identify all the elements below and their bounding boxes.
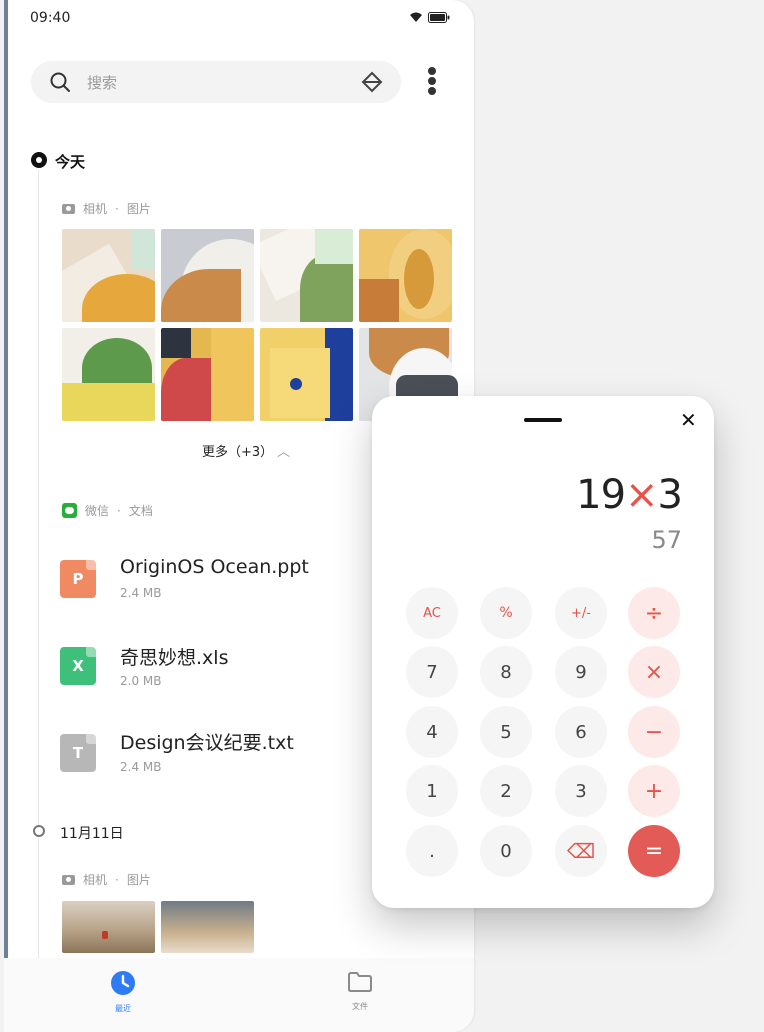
chevron-up-icon: ︿	[277, 445, 291, 460]
digit-0-button[interactable]: 0	[480, 825, 532, 877]
digit-3-button[interactable]: 3	[555, 765, 607, 817]
digit-2-button[interactable]: 2	[480, 765, 532, 817]
clock-icon	[111, 971, 135, 995]
digit-9-button[interactable]: 9	[555, 646, 607, 698]
digit-1-button[interactable]: 1	[406, 765, 458, 817]
scan-icon[interactable]	[361, 71, 383, 93]
search-placeholder: 搜索	[87, 74, 118, 92]
photo-thumbnail[interactable]	[161, 328, 254, 421]
source-app: 相机	[83, 873, 108, 887]
photo-thumbnail[interactable]	[62, 229, 155, 322]
equals-button[interactable]: =	[628, 825, 680, 877]
folder-icon	[348, 972, 372, 992]
digit-8-button[interactable]: 8	[480, 646, 532, 698]
photo-thumbnail[interactable]	[161, 229, 254, 322]
calculator-expression: 19×3	[576, 472, 683, 518]
source-type: 文档	[128, 504, 153, 518]
divide-button[interactable]: ÷	[628, 587, 680, 639]
tab-files[interactable]: 文件	[330, 970, 390, 1012]
source-type: 图片	[126, 873, 151, 887]
photo-thumbnail[interactable]	[62, 901, 155, 953]
digit-7-button[interactable]: 7	[406, 646, 458, 698]
digit-6-button[interactable]: 6	[555, 706, 607, 758]
battery-icon	[428, 12, 450, 23]
digit-4-button[interactable]: 4	[406, 706, 458, 758]
backspace-icon[interactable]: ⌫	[555, 825, 607, 877]
bottom-tab-bar: 最近 文件	[4, 958, 474, 1032]
operand-left: 19	[576, 472, 626, 518]
photos-source-label: 相机 · 图片	[62, 200, 151, 217]
calculator-result: 57	[651, 526, 682, 554]
file-name: OriginOS Ocean.ppt	[120, 556, 309, 578]
timeline-dot-nov11	[33, 825, 45, 837]
photo-thumbnail[interactable]	[260, 229, 353, 322]
camera-icon	[62, 874, 75, 885]
file-size: 2.4 MB	[120, 586, 162, 600]
digit-5-button[interactable]: 5	[480, 706, 532, 758]
xls-file-icon: X	[60, 647, 96, 685]
section-title-nov11: 11月11日	[60, 826, 124, 842]
photo-thumbnail[interactable]	[359, 229, 452, 322]
clear-button[interactable]: AC	[406, 587, 458, 639]
camera-icon	[62, 203, 75, 214]
window-edge	[4, 0, 8, 1032]
search-icon	[50, 72, 70, 92]
wechat-icon	[62, 503, 77, 518]
tab-label: 文件	[352, 1002, 368, 1011]
more-options-icon[interactable]	[425, 66, 439, 96]
operator: ×	[625, 472, 659, 518]
show-more-label: 更多（+3）	[202, 445, 274, 460]
status-icons	[409, 12, 450, 23]
docs-source-label: 微信 · 文档	[62, 502, 153, 519]
separator: ·	[117, 503, 121, 518]
operand-right: 3	[657, 472, 683, 518]
section-title-today: 今天	[55, 153, 86, 171]
file-name: 奇思妙想.xls	[120, 647, 229, 669]
source-app: 相机	[83, 202, 108, 216]
tab-recent[interactable]: 最近	[93, 970, 153, 1014]
wifi-icon	[410, 12, 422, 22]
tab-label: 最近	[115, 1004, 131, 1013]
sign-toggle-button[interactable]: +/-	[555, 587, 607, 639]
show-more-button[interactable]: 更多（+3） ︿	[202, 441, 290, 460]
file-size: 2.4 MB	[120, 760, 162, 774]
drag-handle[interactable]	[524, 418, 562, 422]
percent-button[interactable]: %	[480, 587, 532, 639]
ppt-file-icon: P	[60, 560, 96, 598]
timeline-line	[38, 170, 39, 960]
photos-source-label: 相机 · 图片	[62, 871, 151, 888]
multiply-button[interactable]: ×	[628, 646, 680, 698]
plus-button[interactable]: +	[628, 765, 680, 817]
file-size: 2.0 MB	[120, 674, 162, 688]
close-icon[interactable]: ✕	[680, 410, 697, 430]
source-app: 微信	[85, 504, 110, 518]
txt-file-icon: T	[60, 734, 96, 772]
source-type: 图片	[126, 202, 151, 216]
timeline-dot-today	[31, 152, 47, 168]
status-time: 09:40	[30, 10, 71, 26]
minus-button[interactable]: −	[628, 706, 680, 758]
decimal-button[interactable]: .	[406, 825, 458, 877]
file-name: Design会议纪要.txt	[120, 732, 294, 754]
photo-thumbnail[interactable]	[260, 328, 353, 421]
separator: ·	[115, 201, 119, 216]
photo-thumbnail[interactable]	[62, 328, 155, 421]
search-bar[interactable]: 搜索	[31, 61, 401, 103]
photo-thumbnail[interactable]	[161, 901, 254, 953]
floating-calculator: ✕ 19×3 57 AC % +/- ÷ 7 8 9 × 4 5 6 − 1 2…	[372, 396, 714, 908]
separator: ·	[115, 872, 119, 887]
